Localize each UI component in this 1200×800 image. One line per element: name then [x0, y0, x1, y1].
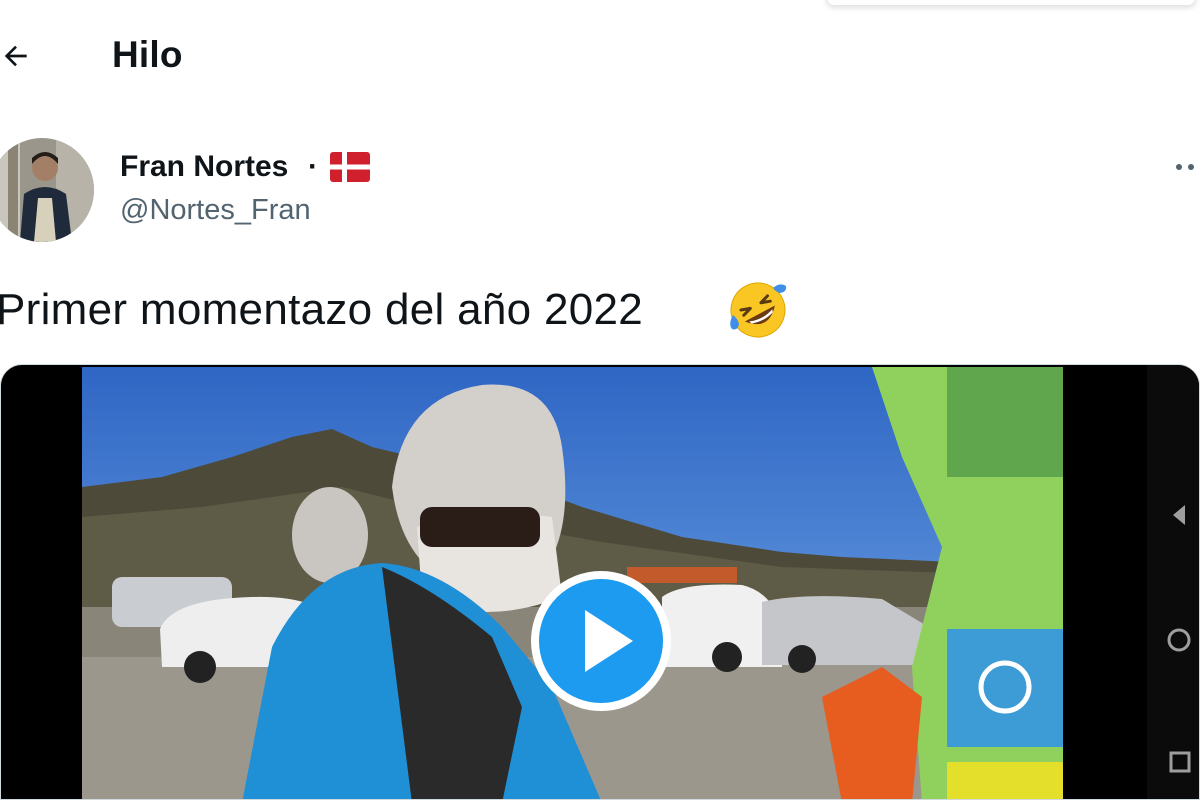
play-button[interactable]	[530, 570, 672, 712]
rolling-on-floor-laughing-emoji	[730, 282, 787, 338]
name-separator: ·	[308, 150, 318, 183]
thread-header: Hilo	[0, 0, 1200, 112]
more-horizontal-icon	[1176, 164, 1182, 170]
author-name[interactable]: Fran Nortes	[120, 150, 288, 184]
android-nav-bar	[1147, 365, 1199, 799]
arrow-left-icon	[4, 45, 27, 67]
tweet-text: Primer momentazo del año 2022	[0, 285, 644, 334]
more-options-button[interactable]	[1176, 150, 1200, 184]
android-nav-icons	[1167, 505, 1191, 773]
more-dot	[1188, 164, 1194, 170]
back-button[interactable]	[0, 36, 36, 76]
author-handle[interactable]: @Nortes_Fran	[120, 194, 311, 227]
play-icon	[531, 571, 671, 711]
author-avatar[interactable]	[0, 138, 94, 242]
avatar-image	[0, 138, 94, 242]
page-title: Hilo	[112, 34, 183, 75]
denmark-flag-icon	[330, 152, 370, 182]
